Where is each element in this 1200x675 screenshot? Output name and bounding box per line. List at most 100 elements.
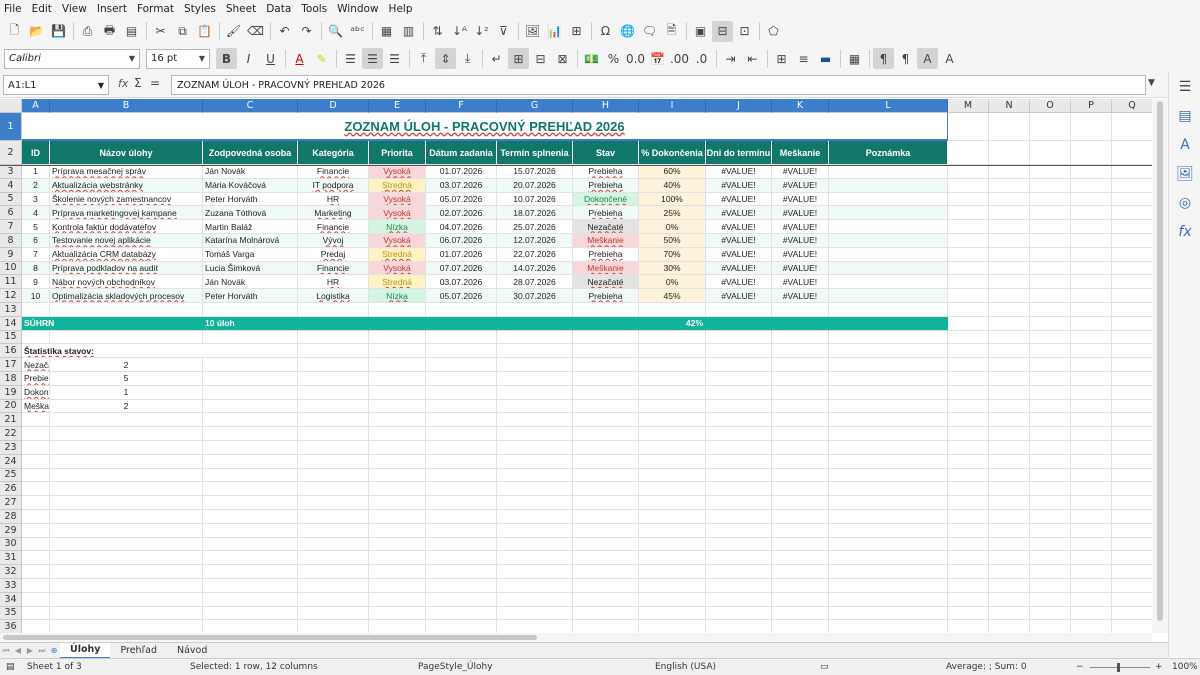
cell[interactable] [989,303,1030,317]
table-cell[interactable]: #VALUE! [706,165,772,179]
table-cell[interactable]: Stredná [369,247,426,262]
cell[interactable] [772,441,829,455]
italic-icon[interactable]: I [238,48,259,69]
cell[interactable] [639,441,706,455]
cell[interactable] [22,330,50,345]
row-header[interactable]: 29 [0,523,22,538]
cell[interactable] [706,510,772,524]
cell[interactable] [1071,510,1112,524]
table-cell[interactable] [829,220,948,234]
table-cell[interactable]: Kontrola faktúr dodávateľov [50,220,203,234]
table-cell[interactable]: #VALUE! [706,247,772,262]
row-header[interactable]: 36 [0,620,22,633]
summary-cell[interactable] [829,316,948,331]
cell[interactable] [298,454,369,469]
cell[interactable] [203,454,298,469]
formula-input[interactable]: ZOZNAM ÚLOH - PRACOVNÝ PREHĽAD 2026 [171,75,1146,95]
cell[interactable] [1071,454,1112,469]
cell[interactable] [1071,247,1112,262]
cell[interactable] [1071,441,1112,455]
cell[interactable] [948,441,989,455]
align-middle-icon[interactable]: ⇕ [435,48,456,69]
column-header-i[interactable]: I [639,99,706,113]
cell[interactable] [1112,344,1152,359]
table-cell[interactable]: Tomáš Varga [203,247,298,262]
increase-indent-icon[interactable]: ⇥ [720,48,741,69]
cell[interactable] [497,441,573,455]
sort-icon[interactable]: ⇅ [427,21,448,42]
paste-icon[interactable]: 📋 [194,21,215,42]
cell[interactable] [497,523,573,538]
cell[interactable] [772,372,829,386]
cell[interactable] [706,496,772,510]
cell[interactable] [573,413,639,428]
cell[interactable] [1112,165,1152,179]
select-all-corner[interactable] [0,99,22,113]
freeze-rows-columns-icon[interactable]: ⊟ [712,20,733,42]
cell[interactable] [1030,606,1071,621]
cell[interactable] [50,496,203,510]
stats-value[interactable]: 2 [50,399,203,414]
table-cell[interactable]: Vysoká [369,165,426,179]
menu-item-window[interactable]: Window [337,3,378,15]
formula-icon[interactable]: = [150,76,160,90]
cell[interactable] [1071,358,1112,372]
cell[interactable] [948,551,989,566]
cell[interactable] [1112,551,1152,566]
cell[interactable] [829,372,948,386]
cell[interactable] [426,551,497,566]
cell[interactable] [1030,399,1071,414]
cell[interactable] [829,565,948,579]
cell[interactable] [989,358,1030,372]
cell[interactable] [573,606,639,621]
row-header[interactable]: 25 [0,468,22,483]
cell[interactable] [1071,482,1112,497]
cell[interactable] [573,303,639,317]
table-cell[interactable]: Peter Horváth [203,192,298,207]
undo-icon[interactable]: ↶ [274,21,295,42]
cell[interactable] [50,565,203,579]
column-heading[interactable]: Meškanie [772,141,829,165]
cell[interactable] [1112,413,1152,428]
cell[interactable] [50,579,203,593]
row-header[interactable]: 17 [0,358,22,372]
cell[interactable] [497,358,573,372]
cell[interactable] [22,496,50,510]
align-bottom-icon[interactable]: ⤓ [457,48,478,69]
cell[interactable] [1071,579,1112,593]
row-header[interactable]: 1 [0,113,22,141]
cell[interactable] [1112,607,1152,621]
cell[interactable] [497,413,573,428]
font-name-box[interactable]: Calibri ▼ [4,48,140,69]
summary-cell[interactable] [772,316,829,331]
cell[interactable] [706,441,772,455]
table-cell[interactable]: #VALUE! [706,289,772,303]
sort-descending-icon[interactable]: ↓ᶻ [471,21,492,42]
cell[interactable] [1112,538,1152,552]
row-header[interactable]: 19 [0,385,22,400]
stats-label[interactable]: Dokončené [22,385,50,400]
cell[interactable] [989,247,1030,262]
cell[interactable] [298,606,369,621]
cell[interactable] [203,523,298,538]
cell[interactable] [829,413,948,428]
cell[interactable] [426,344,497,359]
cell[interactable] [829,510,948,524]
column-header-p[interactable]: P [1071,99,1112,113]
cell[interactable] [706,565,772,579]
cell[interactable] [639,330,706,345]
cell[interactable] [22,537,50,552]
cell[interactable] [1030,206,1071,221]
insert-chart-icon[interactable]: 📊 [544,21,565,42]
cell[interactable] [989,330,1030,345]
cell[interactable] [639,372,706,386]
cell[interactable] [948,358,989,372]
cell[interactable] [989,592,1030,607]
cell[interactable] [639,496,706,510]
horizontal-scrollbar[interactable] [0,633,1152,642]
cell[interactable] [1030,316,1071,331]
zoom-out-icon[interactable]: − [1076,662,1084,672]
cell[interactable] [829,482,948,497]
cell[interactable] [639,427,706,441]
cell[interactable] [50,551,203,566]
